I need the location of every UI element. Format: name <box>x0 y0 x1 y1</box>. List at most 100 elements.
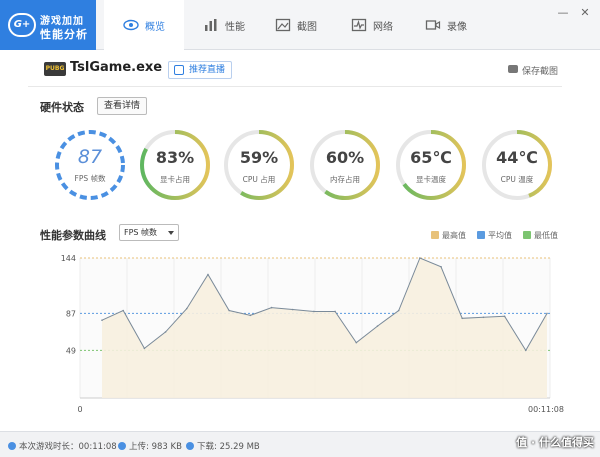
tab-screenshots[interactable]: 截图 <box>256 0 336 50</box>
legend-label: 最高值 <box>442 231 466 240</box>
gauge-label: FPS 帧数 <box>74 174 106 183</box>
fps-point <box>355 341 358 344</box>
recommend-live-button[interactable]: 推荐直播 <box>168 61 233 79</box>
upload-status: 上传: 983 KB <box>118 440 182 452</box>
camera-icon <box>507 65 518 73</box>
legend-swatch <box>431 231 439 239</box>
game-logo: PUBG <box>44 62 66 76</box>
fps-point <box>440 265 442 268</box>
y-tick-label: 144 <box>61 254 76 263</box>
top-bar: G+ 游戏加加 性能分析 概览 性能 截图 网络 录像 — ✕ <box>0 0 600 50</box>
gauge-gputemp: 65℃ 显卡温度 <box>394 128 468 202</box>
tab-label: 录像 <box>447 21 467 33</box>
tab-performance[interactable]: 性能 <box>184 0 264 50</box>
fps-point <box>376 325 379 327</box>
app-logo: G+ 游戏加加 性能分析 <box>0 0 96 50</box>
bar-chart-icon <box>205 19 217 31</box>
gauge-label: 内存占用 <box>330 175 360 184</box>
legend-label: 平均值 <box>488 231 512 240</box>
download-label: 下载: 25.29 MB <box>197 442 260 452</box>
gauge-value: 65℃ <box>410 148 452 167</box>
fps-point <box>207 273 209 276</box>
y-tick-label: 49 <box>66 346 76 355</box>
legend-min: 最低值 <box>523 230 558 241</box>
hardware-title: 硬件状态 <box>40 101 84 114</box>
chevron-down-icon <box>168 231 174 235</box>
curve-title: 性能参数曲线 <box>40 229 106 242</box>
gauge-value: 83% <box>155 148 195 167</box>
image-icon <box>275 18 291 32</box>
logo-line1: 游戏加加 <box>40 16 84 27</box>
fps-point <box>546 312 548 315</box>
x-tick-label: 00:11:08 <box>528 405 564 414</box>
gauge-cputemp: 44℃ CPU 温度 <box>480 128 554 202</box>
fps-point <box>461 317 464 320</box>
metric-select-value: FPS 帧数 <box>124 228 158 237</box>
tab-label: 性能 <box>225 21 245 33</box>
live-label: 推荐直播 <box>189 65 226 75</box>
fps-point <box>101 319 103 322</box>
fps-point <box>313 310 315 313</box>
app-window: G+ 游戏加加 性能分析 概览 性能 截图 网络 录像 — ✕ PUBG Tsl… <box>0 0 600 457</box>
live-icon <box>174 65 184 75</box>
logo-badge-icon: G+ <box>8 13 36 37</box>
fps-point <box>143 347 146 350</box>
fps-point <box>270 306 273 309</box>
gauge-label: CPU 温度 <box>500 175 534 184</box>
fps-point <box>419 257 421 259</box>
clock-icon <box>8 442 16 450</box>
gauge-value: 87 <box>77 146 103 168</box>
gauge-label: 显卡温度 <box>416 175 446 184</box>
save-screenshot-button[interactable]: 保存截图 <box>507 64 558 77</box>
gauge-gpu: 83% 显卡占用 <box>138 128 212 202</box>
fps-point <box>249 314 252 317</box>
watermark: 值 · 什么值得买 <box>516 436 594 449</box>
tab-network[interactable]: 网络 <box>332 0 412 50</box>
fps-point <box>228 309 230 312</box>
fps-point <box>122 309 124 312</box>
tab-label: 概览 <box>145 21 165 33</box>
gauge-value: 59% <box>239 148 279 167</box>
close-button[interactable]: ✕ <box>578 6 592 20</box>
fps-point <box>482 316 485 319</box>
logo-line2: 性能分析 <box>40 28 88 41</box>
fps-point <box>503 315 506 318</box>
gauge-value: 60% <box>325 148 365 167</box>
game-title: TslGame.exe <box>70 60 163 75</box>
view-details-button[interactable]: 查看详情 <box>97 97 148 115</box>
legend-swatch <box>477 231 485 239</box>
fps-point <box>164 331 167 333</box>
metric-select[interactable]: FPS 帧数 <box>119 224 179 241</box>
fps-chart: 144 87 49 0 00:11:08 <box>61 254 564 414</box>
upload-arrow-icon <box>118 442 126 450</box>
duration-label: 本次游戏时长： <box>19 442 79 452</box>
gauge-value: 44℃ <box>496 148 538 167</box>
gauge-cpu: 59% CPU 占用 <box>222 128 296 202</box>
tab-overview[interactable]: 概览 <box>104 0 184 50</box>
fps-point <box>525 349 527 352</box>
fps-point <box>334 310 336 313</box>
gauge-fps: 87 FPS 帧数 <box>53 128 127 202</box>
divider <box>28 86 562 87</box>
tab-label: 网络 <box>373 21 393 33</box>
minimize-button[interactable]: — <box>556 6 570 20</box>
legend-max: 最高值 <box>431 230 466 241</box>
gauge-label: 显卡占用 <box>160 175 190 184</box>
game-header: PUBG TslGame.exe 推荐直播 保存截图 <box>40 58 560 82</box>
tab-video[interactable]: 录像 <box>406 0 486 50</box>
tab-label: 截图 <box>297 21 317 33</box>
fps-point <box>397 309 400 312</box>
download-status: 下载: 25.29 MB <box>186 440 260 452</box>
status-bar: 本次游戏时长：00:11:08 上传: 983 KB 下载: 25.29 MB <box>0 431 600 457</box>
legend-avg: 平均值 <box>477 230 512 241</box>
download-arrow-icon <box>186 442 194 450</box>
save-label: 保存截图 <box>521 67 558 77</box>
x-tick-label: 0 <box>77 405 82 414</box>
fps-point <box>291 308 294 311</box>
eye-icon <box>123 19 139 31</box>
pulse-icon <box>351 18 367 32</box>
gauge-mem: 60% 内存占用 <box>308 128 382 202</box>
gauge-label: CPU 占用 <box>242 175 276 184</box>
duration-status: 本次游戏时长：00:11:08 <box>8 440 117 452</box>
legend-swatch <box>523 231 531 239</box>
